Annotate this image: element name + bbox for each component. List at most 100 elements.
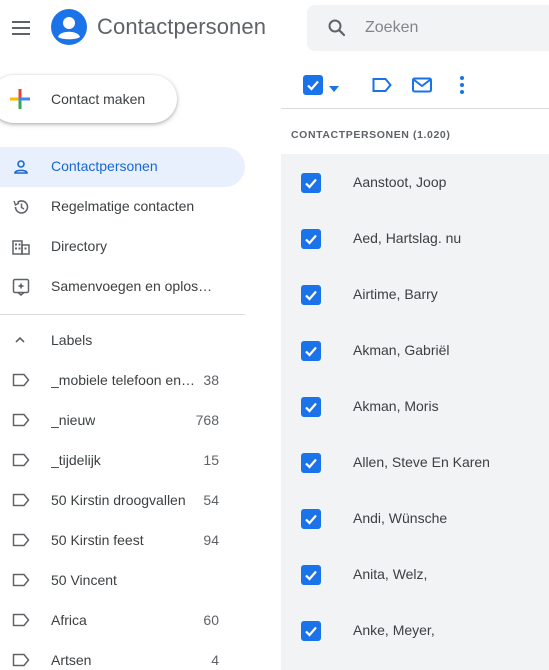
main-menu-button[interactable]	[10, 18, 32, 38]
label-count: 4	[211, 652, 219, 668]
chevron-up-icon	[13, 333, 27, 347]
label-item[interactable]: _tijdelijk 15	[0, 440, 245, 480]
search-bar[interactable]	[307, 5, 549, 51]
label-item[interactable]: 50 Kirstin droogvallen 54	[0, 480, 245, 520]
history-icon	[12, 198, 30, 216]
contact-name: Allen, Steve En Karen	[353, 454, 490, 470]
sidebar-item-contacts[interactable]: Contactpersonen	[0, 147, 245, 187]
merge-icon	[12, 278, 30, 296]
row-checkbox[interactable]	[301, 565, 321, 585]
contact-row[interactable]: Airtime, Barry	[281, 266, 549, 322]
contact-row[interactable]: Andi, Wünsche	[281, 490, 549, 546]
label-icon	[12, 573, 30, 587]
sidebar-item-label: Regelmatige contacten	[51, 198, 195, 214]
menu-bar	[12, 27, 30, 29]
app-title: Contactpersonen	[97, 14, 267, 39]
checkmark-icon	[307, 80, 319, 91]
person-icon	[12, 158, 30, 176]
search-icon[interactable]	[327, 18, 347, 38]
checkmark-icon	[305, 346, 317, 357]
contacts-logo-icon	[51, 9, 87, 45]
sidebar-divider	[0, 314, 245, 315]
create-contact-label: Contact maken	[51, 91, 146, 107]
contact-row[interactable]: Anke, Meyer,	[281, 602, 549, 658]
label-icon	[12, 533, 30, 547]
contacts-count-heading: CONTACTPERSONEN (1.020)	[291, 129, 451, 141]
label-count: 15	[203, 452, 219, 468]
row-checkbox[interactable]	[301, 509, 321, 529]
checkmark-icon	[305, 402, 317, 413]
contact-name: Anita, Welz,	[353, 566, 428, 582]
checkmark-icon	[305, 290, 317, 301]
checkmark-icon	[305, 570, 317, 581]
select-all-checkbox[interactable]	[303, 75, 323, 95]
caret-down-icon[interactable]	[329, 80, 339, 92]
label-name: _tijdelijk	[51, 452, 101, 468]
selection-toolbar	[281, 60, 549, 109]
contact-name: Akman, Gabriël	[353, 342, 450, 358]
checkmark-icon	[305, 458, 317, 469]
row-checkbox[interactable]	[301, 453, 321, 473]
sidebar-item-directory[interactable]: Directory	[0, 227, 245, 267]
mail-icon[interactable]	[411, 75, 433, 95]
row-checkbox[interactable]	[301, 229, 321, 249]
contact-name: Aed, Hartslag. nu	[353, 230, 462, 246]
menu-bar	[12, 33, 30, 35]
labels-section-toggle[interactable]: Labels	[0, 320, 245, 360]
label-name: 50 Kirstin feest	[51, 532, 144, 548]
sidebar-item-label: Contactpersonen	[51, 158, 158, 174]
row-checkbox[interactable]	[301, 397, 321, 417]
contacts-list-header: CONTACTPERSONEN (1.020)	[281, 110, 549, 156]
sidebar-item-label: Directory	[51, 238, 108, 254]
row-checkbox[interactable]	[301, 621, 321, 641]
contact-row[interactable]: Allen, Steve En Karen	[281, 434, 549, 490]
contact-name: Andi, Wünsche	[353, 510, 448, 526]
more-vert-icon[interactable]	[452, 73, 472, 97]
contact-name: Aanstoot, Joop	[353, 174, 447, 190]
building-icon	[12, 238, 30, 256]
label-count: 94	[203, 532, 219, 548]
label-icon[interactable]	[371, 75, 393, 95]
contact-row[interactable]: Akman, Moris	[281, 378, 549, 434]
plus-icon	[8, 87, 32, 111]
create-contact-button[interactable]: Contact maken	[0, 75, 177, 123]
row-checkbox[interactable]	[301, 173, 321, 193]
contact-name: Airtime, Barry	[353, 286, 438, 302]
sidebar-item-frequent[interactable]: Regelmatige contacten	[0, 187, 245, 227]
label-item[interactable]: Africa 60	[0, 600, 245, 640]
label-count: 54	[203, 492, 219, 508]
label-icon	[12, 653, 30, 667]
label-item[interactable]: 50 Vincent	[0, 560, 245, 600]
row-checkbox[interactable]	[301, 341, 321, 361]
label-icon	[12, 453, 30, 467]
labels-heading: Labels	[51, 332, 93, 348]
checkmark-icon	[305, 234, 317, 245]
menu-bar	[12, 21, 30, 23]
label-name: 50 Kirstin droogvallen	[51, 492, 186, 508]
label-item[interactable]: 50 Kirstin feest 94	[0, 520, 245, 560]
sidebar-item-label: Samenvoegen en oplos…	[51, 278, 213, 294]
contact-name: Akman, Moris	[353, 398, 439, 414]
contact-row[interactable]: Anita, Welz,	[281, 546, 549, 602]
row-checkbox[interactable]	[301, 285, 321, 305]
label-name: Artsen	[51, 652, 92, 668]
label-item[interactable]: _nieuw 768	[0, 400, 245, 440]
contact-row[interactable]: Akman, Gabriël	[281, 322, 549, 378]
sidebar-item-merge[interactable]: Samenvoegen en oplos…	[0, 267, 245, 307]
label-name: _mobiele telefoon en…	[51, 372, 195, 388]
search-input[interactable]	[365, 15, 545, 41]
contacts-app: Contactpersonen Contact maken	[0, 0, 549, 670]
label-name: _nieuw	[51, 412, 96, 428]
contact-row[interactable]: Aed, Hartslag. nu	[281, 210, 549, 266]
label-item[interactable]: _mobiele telefoon en… 38	[0, 360, 245, 400]
contact-row[interactable]: Aanstoot, Joop	[281, 154, 549, 210]
contact-name: Anke, Meyer,	[353, 622, 435, 638]
label-icon	[12, 613, 30, 627]
label-count: 38	[203, 372, 219, 388]
checkmark-icon	[305, 626, 317, 637]
label-icon	[12, 493, 30, 507]
checkmark-icon	[305, 514, 317, 525]
label-item[interactable]: Artsen 4	[0, 640, 245, 670]
label-count: 60	[203, 612, 219, 628]
label-name: Africa	[51, 612, 87, 628]
